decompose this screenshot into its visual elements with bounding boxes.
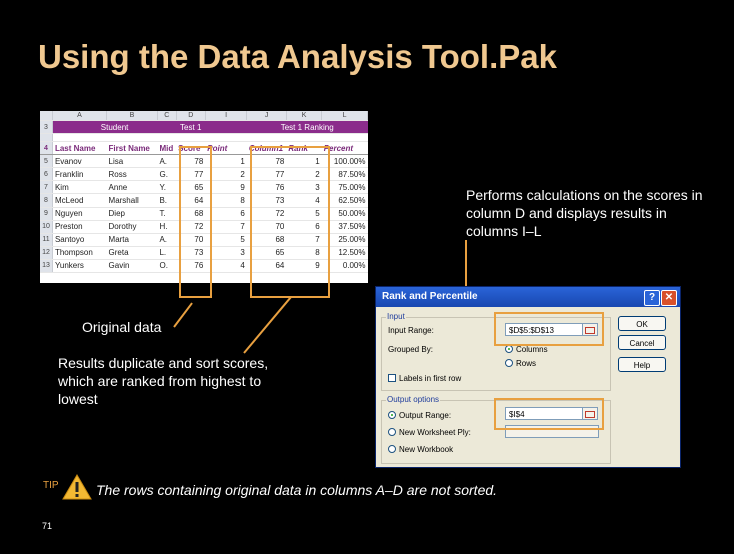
band-row: 3 Student Test 1 Test 1 Ranking xyxy=(40,120,368,135)
tip-label: TIP xyxy=(43,480,59,491)
input-group-label: Input xyxy=(386,312,406,321)
row-number[interactable]: 6 xyxy=(40,167,53,182)
table-cell[interactable]: Lisa xyxy=(106,154,158,169)
table-cell[interactable]: Greta xyxy=(106,246,158,260)
row-number[interactable]: 8 xyxy=(40,193,53,208)
results-leader-line xyxy=(243,296,292,354)
table-cell[interactable]: Y. xyxy=(157,180,177,195)
table-cell[interactable]: Dorothy xyxy=(106,220,158,234)
performs-callout: Performs calculations on the scores in c… xyxy=(466,187,703,239)
table-cell[interactable]: G. xyxy=(157,167,177,182)
column-letter[interactable] xyxy=(40,111,53,121)
new-workbook-radio[interactable] xyxy=(388,445,396,453)
table-cell[interactable]: Evanov xyxy=(52,154,107,169)
input-range-label: Input Range: xyxy=(388,326,434,335)
results-columns-highlight xyxy=(250,146,330,298)
rows-option-label: Rows xyxy=(516,359,537,368)
table-cell[interactable]: Diep xyxy=(106,207,158,221)
help-button[interactable]: Help xyxy=(618,357,666,372)
table-cell[interactable]: Santoyo xyxy=(52,233,107,247)
new-ply-radio[interactable] xyxy=(388,428,396,436)
table-cell[interactable]: Franklin xyxy=(52,167,107,182)
table-cell[interactable]: H. xyxy=(157,220,177,234)
table-cell[interactable]: Ross xyxy=(106,167,158,182)
table-cell[interactable]: Marshall xyxy=(106,193,158,208)
column-letter[interactable]: L xyxy=(321,111,368,121)
row-number[interactable]: 12 xyxy=(40,246,53,260)
original-data-callout: Original data xyxy=(82,319,162,335)
row-number[interactable]: 9 xyxy=(40,207,53,221)
header-cell[interactable]: Mid xyxy=(157,141,177,156)
column-letter[interactable]: C xyxy=(157,111,177,121)
column-letters-row: A B C D I J K L xyxy=(40,111,368,121)
dialog-title: Rank and Percentile xyxy=(382,291,478,302)
header-cell[interactable]: Last Name xyxy=(52,141,107,156)
columns-option-label: Columns xyxy=(516,345,548,354)
warning-icon xyxy=(62,474,92,500)
column-letter[interactable]: K xyxy=(286,111,323,121)
column-letter[interactable]: J xyxy=(246,111,287,121)
column-letter[interactable]: I xyxy=(205,111,248,121)
new-ply-label: New Worksheet Ply: xyxy=(399,428,471,437)
table-cell[interactable]: A. xyxy=(157,154,177,169)
table-cell[interactable]: T. xyxy=(157,207,177,221)
grouped-by-label: Grouped By: xyxy=(388,345,433,354)
table-cell[interactable]: Nguyen xyxy=(52,207,107,221)
column-letter[interactable]: A xyxy=(52,111,108,121)
dialog-title-bar: Rank and Percentile ? ✕ xyxy=(376,287,680,307)
table-cell[interactable]: Anne xyxy=(106,180,158,195)
row-number[interactable]: 13 xyxy=(40,259,53,274)
page-number: 71 xyxy=(42,521,53,531)
rows-radio[interactable] xyxy=(505,359,513,367)
table-cell[interactable]: O. xyxy=(157,259,177,274)
table-cell[interactable]: Preston xyxy=(52,220,107,234)
help-icon[interactable]: ? xyxy=(644,290,660,306)
row-number[interactable]: 11 xyxy=(40,233,53,247)
row-number[interactable]: 4 xyxy=(40,141,53,156)
output-range-highlight xyxy=(494,398,604,430)
column-letter[interactable]: B xyxy=(106,111,158,121)
test1-band-cell[interactable]: Test 1 xyxy=(176,120,206,135)
original-leader-line xyxy=(173,302,193,328)
table-cell[interactable]: Thompson xyxy=(52,246,107,260)
input-range-highlight xyxy=(494,312,604,346)
student-band-cell[interactable]: Student xyxy=(52,120,177,135)
table-cell[interactable]: A. xyxy=(157,233,177,247)
row-number[interactable]: 3 xyxy=(40,120,53,135)
table-cell[interactable]: L. xyxy=(157,246,177,260)
output-group-label: Output options xyxy=(386,395,441,404)
labels-checkbox[interactable] xyxy=(388,374,396,382)
table-cell[interactable]: Gavin xyxy=(106,259,158,274)
cancel-button[interactable]: Cancel xyxy=(618,335,666,350)
score-column-highlight xyxy=(179,146,212,298)
columns-radio[interactable] xyxy=(505,345,513,353)
ok-button[interactable]: OK xyxy=(618,316,666,331)
table-cell[interactable]: Marta xyxy=(106,233,158,247)
new-workbook-label: New Workbook xyxy=(399,445,454,454)
table-cell[interactable]: Yunkers xyxy=(52,259,107,274)
slide-title: Using the Data Analysis Tool.Pak xyxy=(38,38,557,75)
close-icon[interactable]: ✕ xyxy=(661,290,677,306)
table-cell[interactable]: B. xyxy=(157,193,177,208)
output-range-label: Output Range: xyxy=(399,411,452,420)
row-number[interactable]: 5 xyxy=(40,154,53,169)
row-number[interactable]: 7 xyxy=(40,180,53,195)
column-letter[interactable]: D xyxy=(176,111,206,121)
header-cell[interactable]: First Name xyxy=(106,141,158,156)
output-range-radio[interactable] xyxy=(388,411,396,419)
table-cell[interactable]: Kim xyxy=(52,180,107,195)
ranking-band-cell[interactable]: Test 1 Ranking xyxy=(246,120,368,135)
row-number[interactable]: 10 xyxy=(40,220,53,234)
labels-checkbox-label: Labels in first row xyxy=(399,374,462,383)
table-cell[interactable]: McLeod xyxy=(52,193,107,208)
results-callout: Results duplicate and sort scores, which… xyxy=(58,355,269,407)
tip-text: The rows containing original data in col… xyxy=(96,482,498,498)
